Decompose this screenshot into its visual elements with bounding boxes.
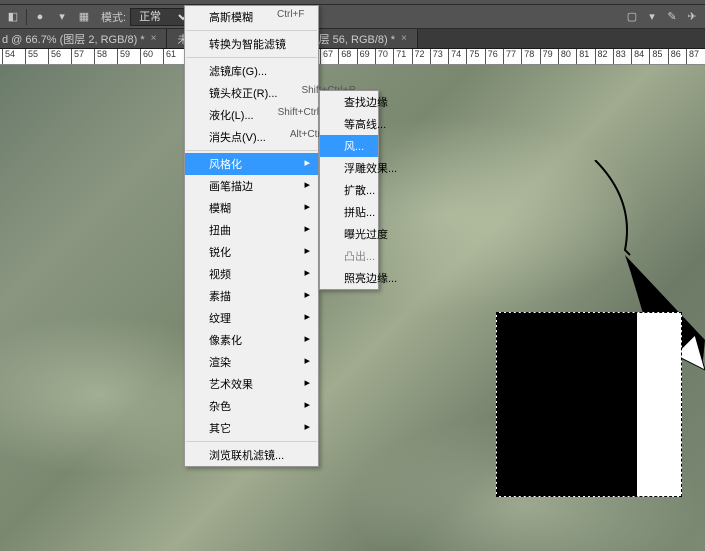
marquee-selection[interactable] xyxy=(496,312,682,497)
chevron-right-icon: ▸ xyxy=(304,310,310,323)
chevron-right-icon: ▸ xyxy=(304,332,310,345)
menu-convert-smart[interactable]: 转换为智能滤镜 xyxy=(185,33,318,55)
menu-wind[interactable]: 风... xyxy=(320,135,378,157)
menu-sharpen[interactable]: 锐化▸ xyxy=(185,241,318,263)
menu-tiles[interactable]: 拼贴... xyxy=(320,201,378,223)
chevron-right-icon: ▸ xyxy=(304,178,310,191)
chevron-right-icon: ▸ xyxy=(304,376,310,389)
menu-stylize[interactable]: 风格化▸ xyxy=(185,153,318,175)
airbrush-icon[interactable]: ✈ xyxy=(683,8,701,26)
brush-icon[interactable]: ● xyxy=(31,8,49,26)
mode-select[interactable]: 正常 xyxy=(130,8,192,26)
separator xyxy=(186,30,317,31)
tab-doc-1[interactable]: d @ 66.7% (图层 2, RGB/8) *× xyxy=(0,29,167,48)
menu-last-filter[interactable]: 高斯模糊Ctrl+F xyxy=(185,6,318,28)
menu-artistic[interactable]: 艺术效果▸ xyxy=(185,373,318,395)
menu-contour[interactable]: 等高线... xyxy=(320,113,378,135)
menu-other[interactable]: 其它▸ xyxy=(185,417,318,439)
chevron-right-icon: ▸ xyxy=(304,156,310,169)
menu-liquify[interactable]: 液化(L)...Shift+Ctrl+X xyxy=(185,104,318,126)
dropdown-icon[interactable]: ▾ xyxy=(53,8,71,26)
menu-glowing-edges[interactable]: 照亮边缘... xyxy=(320,267,378,289)
mask-icon[interactable]: ▢ xyxy=(623,8,641,26)
separator xyxy=(186,57,317,58)
options-bar: ◧ ● ▾ ▦ 模式: 正常 不 ▢ ▾ ✎ ✈ xyxy=(0,5,705,29)
menu-emboss[interactable]: 浮雕效果... xyxy=(320,157,378,179)
menu-texture[interactable]: 纹理▸ xyxy=(185,307,318,329)
separator xyxy=(26,9,27,25)
menu-noise[interactable]: 杂色▸ xyxy=(185,395,318,417)
menu-browse-online[interactable]: 浏览联机滤镜... xyxy=(185,444,318,466)
close-icon[interactable]: × xyxy=(151,33,157,44)
tablet-pressure-icon[interactable]: ✎ xyxy=(663,8,681,26)
chevron-right-icon: ▸ xyxy=(304,200,310,213)
chevron-right-icon: ▸ xyxy=(304,222,310,235)
chevron-right-icon: ▸ xyxy=(304,398,310,411)
screen-mode-icon[interactable]: ▾ xyxy=(643,8,661,26)
separator xyxy=(186,441,317,442)
selection-content xyxy=(497,313,637,496)
menu-vanishing-point[interactable]: 消失点(V)...Alt+Ctrl+V xyxy=(185,126,318,148)
chevron-right-icon: ▸ xyxy=(304,266,310,279)
menu-blur[interactable]: 模糊▸ xyxy=(185,197,318,219)
menu-lens-correction[interactable]: 镜头校正(R)...Shift+Ctrl+R xyxy=(185,82,318,104)
menu-diffuse[interactable]: 扩散... xyxy=(320,179,378,201)
horizontal-ruler: 5455565758596061626768697071727374757677… xyxy=(0,49,705,65)
chevron-right-icon: ▸ xyxy=(304,354,310,367)
stylize-submenu: 查找边缘 等高线... 风... 浮雕效果... 扩散... 拼贴... 曝光过… xyxy=(319,90,379,290)
chevron-right-icon: ▸ xyxy=(304,420,310,433)
menu-extrude: 凸出... xyxy=(320,245,378,267)
menu-render[interactable]: 渲染▸ xyxy=(185,351,318,373)
close-icon[interactable]: × xyxy=(401,33,407,44)
chevron-right-icon: ▸ xyxy=(304,288,310,301)
menu-pixelate[interactable]: 像素化▸ xyxy=(185,329,318,351)
mode-label: 模式: xyxy=(101,9,126,25)
tool-preset-icon[interactable]: ◧ xyxy=(4,8,22,26)
menu-distort[interactable]: 扭曲▸ xyxy=(185,219,318,241)
separator xyxy=(186,150,317,151)
menu-brush-strokes[interactable]: 画笔描边▸ xyxy=(185,175,318,197)
menu-sketch[interactable]: 素描▸ xyxy=(185,285,318,307)
menu-video[interactable]: 视频▸ xyxy=(185,263,318,285)
menu-find-edges[interactable]: 查找边缘 xyxy=(320,91,378,113)
menu-solarize[interactable]: 曝光过度 xyxy=(320,223,378,245)
menu-filter-gallery[interactable]: 滤镜库(G)... xyxy=(185,60,318,82)
document-tabs: d @ 66.7% (图层 2, RGB/8) *× 未标题-3 @ @ 66.… xyxy=(0,29,705,49)
filter-menu: 高斯模糊Ctrl+F 转换为智能滤镜 滤镜库(G)... 镜头校正(R)...S… xyxy=(184,5,319,467)
brush-panel-icon[interactable]: ▦ xyxy=(75,8,93,26)
chevron-right-icon: ▸ xyxy=(304,244,310,257)
